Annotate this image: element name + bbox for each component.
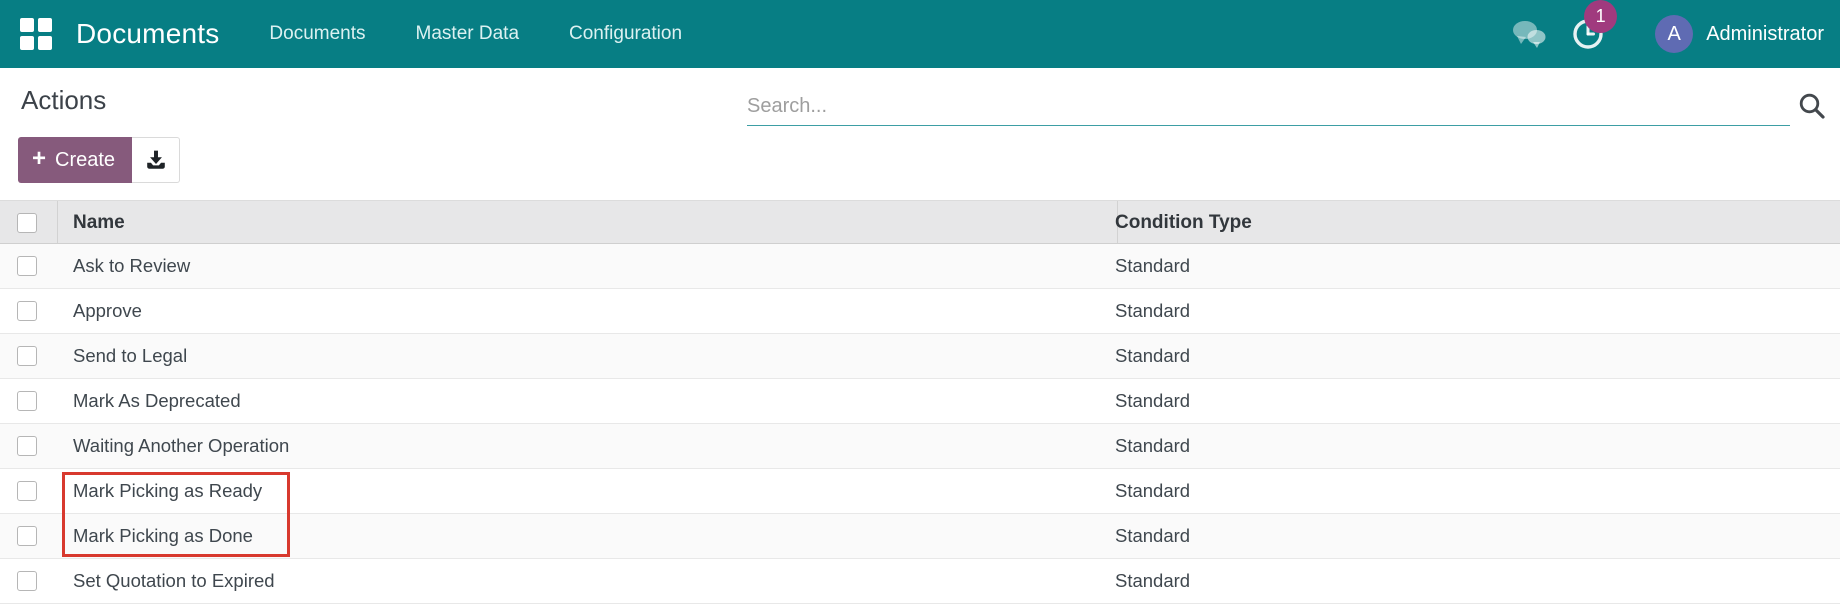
actions-list-table: Name Condition Type Ask to Review Standa… xyxy=(0,200,1840,604)
create-button[interactable]: + Create xyxy=(18,137,132,183)
row-condition-cell[interactable]: Standard xyxy=(1115,334,1190,378)
menu-documents[interactable]: Documents xyxy=(269,0,365,68)
table-header-row: Name Condition Type xyxy=(0,200,1840,244)
row-checkbox[interactable] xyxy=(17,346,37,366)
row-checkbox[interactable] xyxy=(17,256,37,276)
row-checkbox[interactable] xyxy=(17,391,37,411)
table-row-highlighted[interactable]: Mark Picking as Ready Standard xyxy=(0,469,1840,514)
control-panel: Actions + Create xyxy=(0,68,1840,200)
main-menu: Documents Master Data Configuration xyxy=(269,0,682,68)
row-name-cell[interactable]: Mark As Deprecated xyxy=(73,379,241,423)
row-checkbox[interactable] xyxy=(17,526,37,546)
table-row[interactable]: Send to Legal Standard xyxy=(0,334,1840,379)
row-condition-cell[interactable]: Standard xyxy=(1115,559,1190,603)
apps-grid-icon[interactable] xyxy=(20,18,52,50)
header-divider xyxy=(57,201,58,243)
app-brand-title[interactable]: Documents xyxy=(76,18,219,50)
row-checkbox[interactable] xyxy=(17,571,37,591)
row-condition-cell[interactable]: Standard xyxy=(1115,289,1190,333)
table-row[interactable]: Approve Standard xyxy=(0,289,1840,334)
messages-icon[interactable] xyxy=(1511,19,1547,49)
activity-count-badge[interactable]: 1 xyxy=(1584,0,1617,33)
apps-grid-square xyxy=(20,36,34,50)
user-avatar[interactable]: A xyxy=(1655,15,1693,53)
menu-configuration[interactable]: Configuration xyxy=(569,0,682,68)
apps-grid-square xyxy=(38,18,52,32)
top-navbar: Documents Documents Master Data Configur… xyxy=(0,0,1840,68)
row-name-cell[interactable]: Set Quotation to Expired xyxy=(73,559,275,603)
export-download-button[interactable] xyxy=(132,137,180,183)
row-name-cell[interactable]: Approve xyxy=(73,289,142,333)
search-bar xyxy=(747,88,1829,130)
row-checkbox[interactable] xyxy=(17,301,37,321)
activity-clock-container: 1 xyxy=(1571,17,1605,51)
row-name-cell[interactable]: Mark Picking as Ready xyxy=(73,469,262,513)
column-header-name[interactable]: Name xyxy=(73,201,125,244)
plus-icon: + xyxy=(32,147,46,174)
apps-grid-square xyxy=(38,36,52,50)
row-name-cell[interactable]: Mark Picking as Done xyxy=(73,514,253,558)
apps-grid-square xyxy=(20,18,34,32)
table-row[interactable]: Ask to Review Standard xyxy=(0,244,1840,289)
search-icon[interactable] xyxy=(1797,91,1827,121)
row-name-cell[interactable]: Send to Legal xyxy=(73,334,187,378)
column-header-condition-type[interactable]: Condition Type xyxy=(1115,201,1252,244)
search-input[interactable] xyxy=(747,88,1790,126)
row-condition-cell[interactable]: Standard xyxy=(1115,514,1190,558)
page-title: Actions xyxy=(21,85,106,116)
row-condition-cell[interactable]: Standard xyxy=(1115,379,1190,423)
row-condition-cell[interactable]: Standard xyxy=(1115,424,1190,468)
table-row[interactable]: Mark As Deprecated Standard xyxy=(0,379,1840,424)
navbar-right-cluster: 1 A Administrator xyxy=(1511,15,1830,53)
table-row[interactable]: Set Quotation to Expired Standard xyxy=(0,559,1840,604)
table-row-highlighted[interactable]: Mark Picking as Done Standard xyxy=(0,514,1840,559)
download-icon xyxy=(145,149,167,171)
row-checkbox[interactable] xyxy=(17,436,37,456)
row-name-cell[interactable]: Waiting Another Operation xyxy=(73,424,289,468)
table-row[interactable]: Waiting Another Operation Standard xyxy=(0,424,1840,469)
row-name-cell[interactable]: Ask to Review xyxy=(73,244,190,288)
create-button-label: Create xyxy=(55,149,115,172)
row-condition-cell[interactable]: Standard xyxy=(1115,469,1190,513)
menu-master-data[interactable]: Master Data xyxy=(416,0,519,68)
user-name[interactable]: Administrator xyxy=(1706,23,1824,46)
row-checkbox[interactable] xyxy=(17,481,37,501)
row-condition-cell[interactable]: Standard xyxy=(1115,244,1190,288)
action-button-group: + Create xyxy=(18,137,180,183)
select-all-checkbox[interactable] xyxy=(17,213,37,233)
